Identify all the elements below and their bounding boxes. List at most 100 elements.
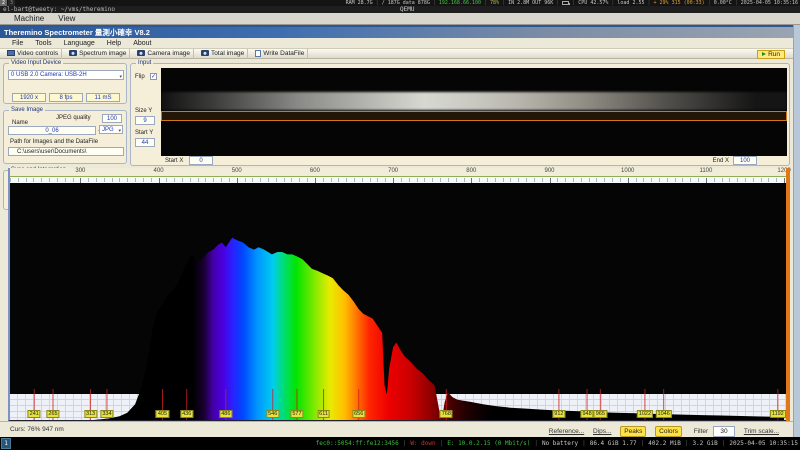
- status-segment: fec0::5054:ff:fe12:3456: [316, 440, 399, 447]
- ruler-tick: [112, 178, 113, 182]
- ruler-tick: [119, 178, 120, 182]
- app-status-strip: Curs: 76% 947 nm Reference... Dips... Pe…: [0, 421, 793, 437]
- ruler-tick: [729, 178, 730, 182]
- ruler-tick: [299, 178, 300, 182]
- ruler-tick: [636, 178, 637, 182]
- reference-line-label: 912: [552, 410, 565, 418]
- video-info-row: 1920 x8 fps11 mS: [12, 86, 124, 104]
- reference-button[interactable]: Reference...: [549, 426, 584, 437]
- camera-image-button[interactable]: Camera image: [134, 49, 194, 59]
- chevron-down-icon: ▾: [118, 127, 121, 135]
- ruler-tick: [518, 178, 519, 182]
- app-menu-about[interactable]: About: [133, 40, 151, 47]
- filter-field[interactable]: 30: [713, 426, 735, 437]
- end-x-field[interactable]: 100: [733, 156, 757, 165]
- start-x-field[interactable]: 0: [189, 156, 213, 165]
- document-icon: [255, 50, 261, 57]
- status-segment: 2025-04-05 10:35:15: [729, 440, 798, 447]
- camera-spectrum-band: [161, 92, 787, 110]
- ruler-tick: [73, 178, 74, 182]
- spectrum-image-button[interactable]: Spectrum image: [66, 49, 130, 59]
- filter-label: Filter: [694, 428, 708, 435]
- ruler-tick: [424, 178, 425, 182]
- ruler-tick: [143, 178, 144, 182]
- ruler-tick: [651, 178, 652, 182]
- file-name-field[interactable]: 0_06: [8, 126, 96, 135]
- reference-line-label: 265: [46, 410, 59, 418]
- qemu-menu-view[interactable]: View: [58, 14, 75, 23]
- right-scroll-strip[interactable]: [793, 25, 800, 437]
- cursor-readout: Curs: 76% 947 nm: [10, 422, 64, 437]
- flip-checkbox[interactable]: ✓: [150, 73, 157, 80]
- file-ext-dropdown[interactable]: JPG▾: [99, 125, 123, 134]
- ruler-tick: [307, 178, 308, 182]
- ruler-tick: [268, 178, 269, 182]
- camera-preview[interactable]: [161, 68, 787, 156]
- capture-selection-rect[interactable]: [161, 111, 787, 121]
- ruler-tick: [604, 178, 605, 182]
- spectrum-chart[interactable]: 2412653133344054364865465776116567689129…: [8, 183, 788, 421]
- ruler-tick: [464, 178, 465, 182]
- qemu-menu-bar: Machine View: [0, 13, 800, 25]
- ruler-tick: [534, 178, 535, 182]
- app-title-bar[interactable]: Theremino Spectrometer 量測小確幸 V8.2: [0, 27, 793, 38]
- scale-end-marker[interactable]: [786, 168, 790, 433]
- trim-scale-button[interactable]: Trim scale...: [744, 426, 779, 437]
- dips-button[interactable]: Dips...: [593, 426, 611, 437]
- ruler-tick: [409, 178, 410, 182]
- ruler-tick: [377, 178, 378, 182]
- video-device-dropdown[interactable]: 0 USB 2.0 Camera: USB-2H▾: [8, 70, 124, 80]
- run-button[interactable]: Run: [757, 50, 785, 59]
- ruler-tick: [768, 178, 769, 182]
- spectrum-plot: [10, 183, 788, 421]
- screen-icon: [7, 50, 15, 56]
- qemu-menu-machine[interactable]: Machine: [14, 14, 44, 23]
- reference-line-label: 313: [84, 410, 97, 418]
- size-y-field[interactable]: 9: [135, 116, 155, 125]
- ruler-tick: [401, 178, 402, 182]
- ruler-tick: [174, 178, 175, 182]
- input-group-title: Input: [136, 60, 153, 67]
- start-y-field[interactable]: 44: [135, 138, 155, 147]
- ruler-tick: [542, 178, 543, 182]
- ruler-tick-label: 1000: [621, 168, 634, 174]
- ruler-tick: [338, 178, 339, 182]
- jpeg-quality-field[interactable]: 100: [102, 114, 122, 123]
- ruler-tick: [190, 178, 191, 182]
- ruler-tick: [581, 178, 582, 182]
- write-datafile-button[interactable]: Write DataFile: [252, 49, 308, 59]
- ruler-tick: [205, 178, 206, 182]
- camera-icon: [201, 50, 209, 56]
- taskbar-status-segments: fec0::5054:ff:fe12:3456|W: down|E: 10.0.…: [312, 437, 798, 450]
- separator: |: [534, 440, 538, 447]
- total-image-button[interactable]: Total image: [198, 49, 248, 59]
- ruler-tick: [104, 178, 105, 182]
- ruler-tick: [221, 178, 222, 182]
- ruler-tick: [714, 178, 715, 182]
- wavelength-ruler[interactable]: 300400500600700800900100011001200: [8, 168, 788, 183]
- ruler-tick: [667, 178, 668, 182]
- video-controls-button[interactable]: Video controls: [4, 49, 62, 59]
- ruler-tick: [612, 178, 613, 182]
- ruler-tick-label: 700: [388, 168, 398, 174]
- ruler-tick: [526, 178, 527, 182]
- ruler-tick: [557, 178, 558, 182]
- save-image-group: Save Image Name JPEG quality 100 0_06 . …: [3, 110, 127, 164]
- workspace-button[interactable]: 1: [1, 438, 11, 449]
- app-menu-tools[interactable]: Tools: [35, 40, 51, 47]
- start-y-label: Start Y: [135, 130, 153, 136]
- app-menu-help[interactable]: Help: [107, 40, 121, 47]
- ruler-tick: [65, 178, 66, 182]
- separator: |: [440, 440, 444, 447]
- colors-toggle[interactable]: Colors: [655, 426, 682, 437]
- ruler-tick: [503, 178, 504, 182]
- ruler-tick: [456, 178, 457, 182]
- ruler-tick: [495, 178, 496, 182]
- path-field[interactable]: C:\users\user\Documents\: [8, 147, 124, 156]
- app-toolbar: Video controls Spectrum image Camera image…: [0, 49, 793, 59]
- ruler-tick: [432, 178, 433, 182]
- app-menu-file[interactable]: File: [12, 40, 23, 47]
- camera-icon: [137, 50, 145, 56]
- app-menu-language[interactable]: Language: [64, 40, 95, 47]
- peaks-toggle[interactable]: Peaks: [620, 426, 646, 437]
